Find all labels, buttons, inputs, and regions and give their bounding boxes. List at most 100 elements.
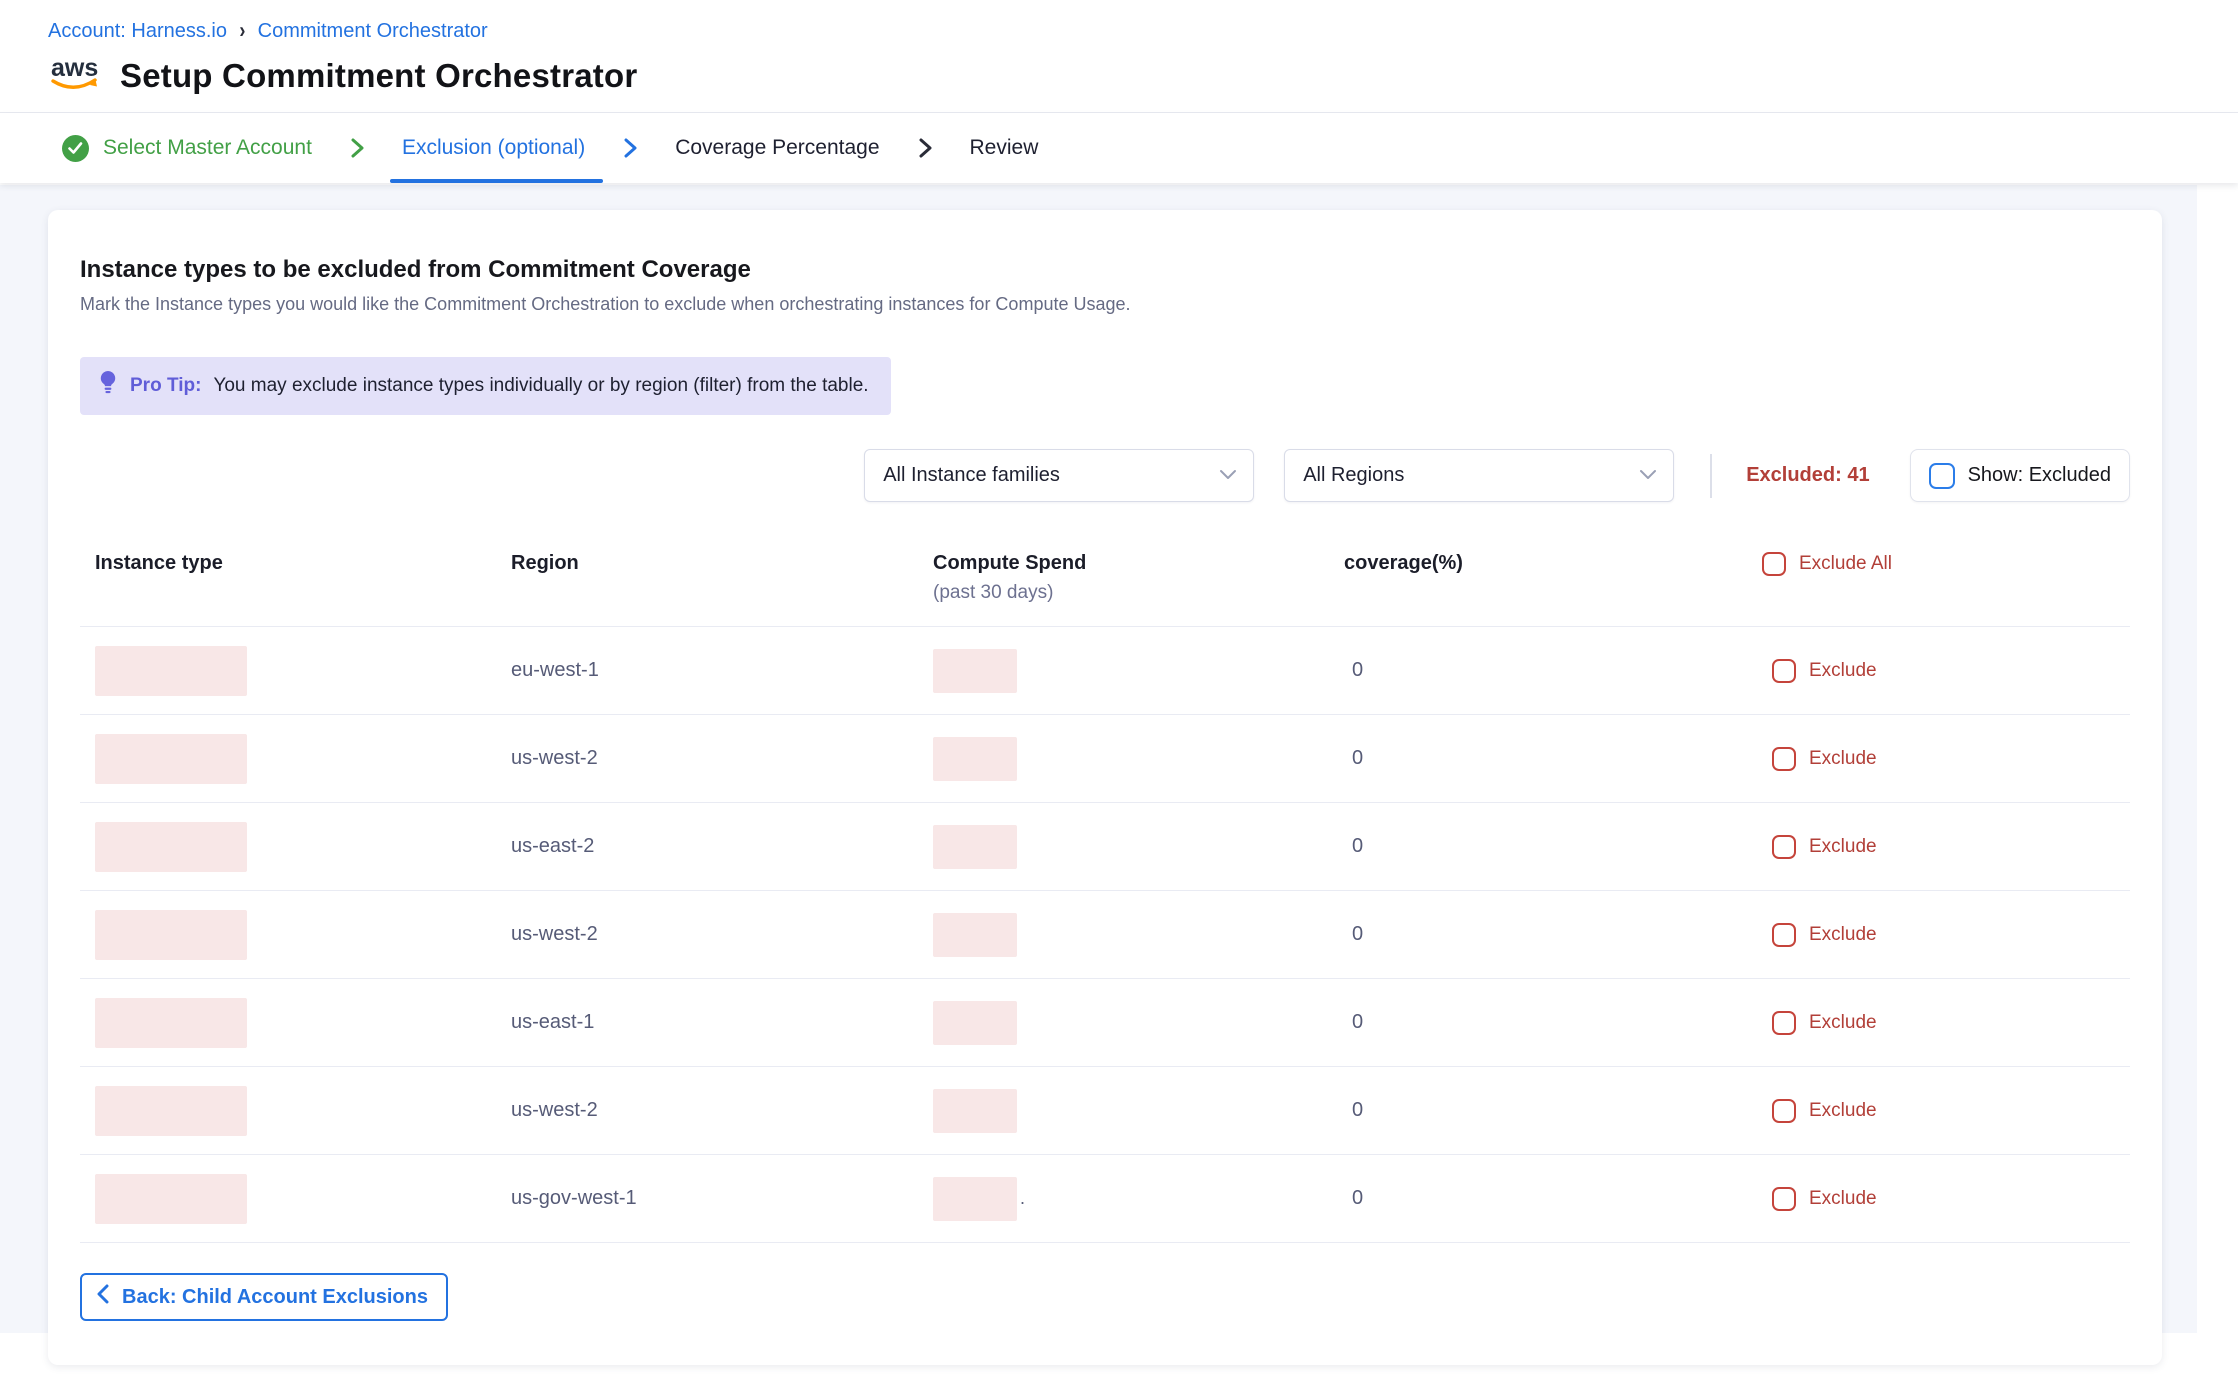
active-step-underline [390,179,603,183]
exclusion-card: Instance types to be excluded from Commi… [48,210,2162,1365]
exclude-checkbox[interactable] [1772,1099,1796,1123]
lightbulb-icon [96,370,120,402]
exclude-label: Exclude [1809,1012,1877,1034]
region-cell: us-west-2 [511,1099,933,1122]
exclude-label: Exclude [1809,924,1877,946]
page: Account: Harness.io › Commitment Orchest… [0,0,2238,1374]
redacted-instance-type [95,998,247,1048]
redacted-instance-type [95,822,247,872]
step-review[interactable]: Review [970,113,1039,183]
exclude-label: Exclude [1809,836,1877,858]
regions-select[interactable]: All Regions [1284,449,1674,502]
exclude-control[interactable]: Exclude [1762,835,2130,859]
redacted-instance-type [95,734,247,784]
back-button-label: Back: Child Account Exclusions [122,1286,428,1309]
col-coverage: coverage(%) [1344,552,1762,575]
step-exclusion[interactable]: Exclusion (optional) [402,113,585,183]
exclude-all-control[interactable]: Exclude All [1762,552,2130,576]
content-background: Instance types to be excluded from Commi… [0,185,2197,1333]
redacted-compute-spend [933,649,1017,693]
exclude-checkbox[interactable] [1772,747,1796,771]
title-row: aws Setup Commitment Orchestrator [48,53,2190,112]
table-row: eu-west-1 0 Exclude [80,627,2130,715]
regions-value: All Regions [1303,464,1404,487]
coverage-cell: 0 [1344,1011,1762,1034]
pro-tip-label: Pro Tip: [130,375,201,397]
step-label: Exclusion (optional) [402,136,585,160]
pro-tip-banner: Pro Tip: You may exclude instance types … [80,357,891,415]
stepper: Select Master Account Exclusion (optiona… [0,113,2238,183]
chevron-left-icon [96,1284,110,1310]
coverage-cell: 0 [1344,1187,1762,1210]
redacted-compute-spend [933,825,1017,869]
coverage-cell: 0 [1344,659,1762,682]
check-circle-icon [62,135,89,162]
chevron-down-icon [1639,464,1657,487]
table-header: Instance type Region Compute Spend (past… [80,552,2130,627]
chevron-right-icon [346,136,368,160]
step-select-master-account[interactable]: Select Master Account [62,113,312,183]
filters-row: All Instance families All Regions Exclud… [80,449,2130,502]
exclude-control[interactable]: Exclude [1762,923,2130,947]
region-cell: us-gov-west-1 [511,1187,933,1210]
table-row: us-west-2 0 Exclude [80,715,2130,803]
breadcrumb-account-link[interactable]: Account: Harness.io [48,20,227,43]
breadcrumb-page-link[interactable]: Commitment Orchestrator [258,20,488,43]
region-cell: us-west-2 [511,923,933,946]
aws-logo-icon: aws [48,53,104,98]
step-label: Review [970,136,1039,160]
region-cell: us-east-2 [511,835,933,858]
chevron-down-icon [1219,464,1237,487]
exclude-all-checkbox[interactable] [1762,552,1786,576]
excluded-count: Excluded: 41 [1746,464,1869,487]
pro-tip-text: You may exclude instance types individua… [213,375,868,397]
exclude-checkbox[interactable] [1772,1187,1796,1211]
exclude-checkbox[interactable] [1772,835,1796,859]
col-region: Region [511,552,933,575]
table-row: us-east-2 0 Exclude [80,803,2130,891]
col-instance-type: Instance type [95,552,511,575]
redacted-compute-spend [933,737,1017,781]
instance-families-select[interactable]: All Instance families [864,449,1254,502]
coverage-cell: 0 [1344,1099,1762,1122]
exclude-control[interactable]: Exclude [1762,1187,2130,1211]
redacted-instance-type [95,646,247,696]
table-row: us-west-2 0 Exclude [80,1067,2130,1155]
exclude-checkbox[interactable] [1772,1011,1796,1035]
exclude-control[interactable]: Exclude [1762,1099,2130,1123]
exclude-control[interactable]: Exclude [1762,1011,2130,1035]
step-coverage-percentage[interactable]: Coverage Percentage [675,113,879,183]
back-button[interactable]: Back: Child Account Exclusions [80,1273,448,1321]
breadcrumb-chevron-icon: › [239,19,245,44]
page-title: Setup Commitment Orchestrator [120,57,637,95]
region-cell: us-west-2 [511,747,933,770]
redacted-compute-spend [933,1177,1017,1221]
exclude-control[interactable]: Exclude [1762,659,2130,683]
redacted-compute-spend [933,913,1017,957]
exclude-label: Exclude [1809,1100,1877,1122]
exclude-checkbox[interactable] [1772,923,1796,947]
coverage-cell: 0 [1344,835,1762,858]
filter-divider [1710,454,1712,498]
exclude-control[interactable]: Exclude [1762,747,2130,771]
show-excluded-toggle[interactable]: Show: Excluded [1910,449,2130,502]
redaction-artifact: . [1020,1188,1025,1209]
region-cell: us-east-1 [511,1011,933,1034]
redacted-instance-type [95,910,247,960]
exclude-label: Exclude [1809,748,1877,770]
step-label: Select Master Account [103,136,312,160]
exclude-all-label: Exclude All [1799,553,1892,575]
chevron-right-icon [619,136,641,160]
breadcrumb: Account: Harness.io › Commitment Orchest… [48,20,2190,43]
show-excluded-label: Show: Excluded [1968,464,2111,487]
show-excluded-checkbox[interactable] [1929,463,1955,489]
col-compute-spend: Compute Spend [933,552,1344,575]
exclude-checkbox[interactable] [1772,659,1796,683]
exclude-label: Exclude [1809,1188,1877,1210]
table-row: us-west-2 0 Exclude [80,891,2130,979]
instance-families-value: All Instance families [883,464,1060,487]
region-cell: eu-west-1 [511,659,933,682]
coverage-cell: 0 [1344,747,1762,770]
card-subheading: Mark the Instance types you would like t… [80,294,2130,315]
redacted-instance-type [95,1086,247,1136]
